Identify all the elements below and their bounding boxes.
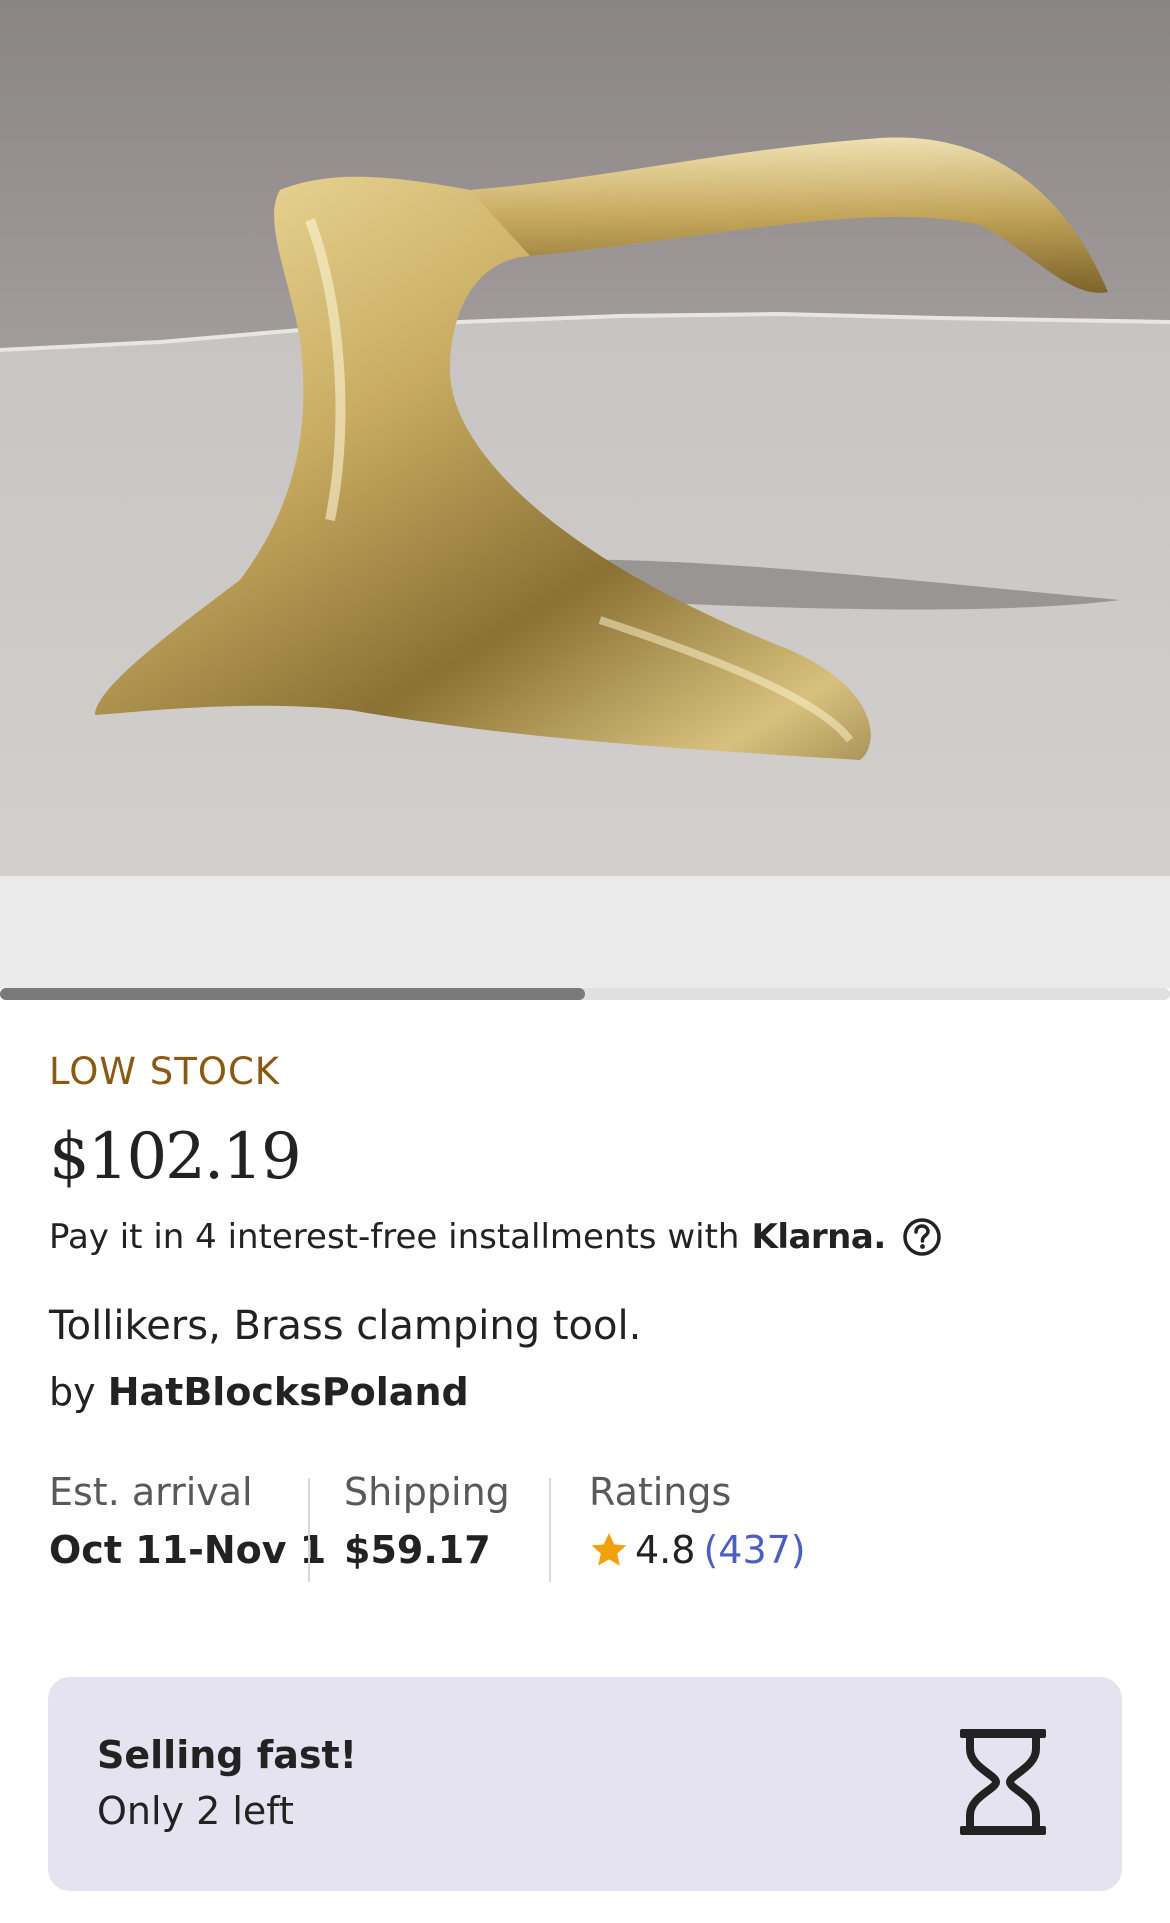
klarna-installments: Pay it in 4 interest-free installments w…: [49, 1217, 942, 1257]
hourglass-icon: [960, 1729, 1046, 1835]
stock-badge: LOW STOCK: [49, 1050, 281, 1093]
stats-row: Est. arrival Oct 11-Nov 1 Shipping $59.1…: [49, 1470, 1121, 1582]
stats-divider: [549, 1478, 551, 1582]
gallery-strip: [0, 876, 1170, 988]
ratings-label: Ratings: [589, 1470, 732, 1514]
product-image[interactable]: [0, 0, 1170, 876]
help-icon[interactable]: [902, 1217, 942, 1257]
rating-score: 4.8: [635, 1528, 696, 1572]
shipping-value: $59.17: [344, 1528, 491, 1572]
seller-line[interactable]: by HatBlocksPoland: [49, 1370, 469, 1414]
brass-tolliker-photo: [0, 0, 1170, 876]
price: $102.19: [49, 1120, 302, 1194]
stats-divider: [308, 1478, 310, 1582]
ratings-value[interactable]: 4.8 (437): [589, 1528, 806, 1572]
alert-subtitle: Only 2 left: [97, 1789, 294, 1833]
rating-count[interactable]: (437): [703, 1528, 805, 1572]
gallery-progress-fill: [0, 988, 585, 1000]
gallery-progress[interactable]: [0, 988, 1170, 1000]
ratings-stat[interactable]: Ratings 4.8 (437): [589, 1470, 806, 1580]
shipping-stat: Shipping $59.17: [344, 1470, 510, 1580]
arrival-label: Est. arrival: [49, 1470, 253, 1514]
seller-prefix: by: [49, 1370, 96, 1414]
alert-title: Selling fast!: [97, 1733, 357, 1777]
selling-fast-alert: Selling fast! Only 2 left: [48, 1677, 1122, 1891]
seller-name[interactable]: HatBlocksPoland: [108, 1370, 469, 1414]
klarna-logo: Klarna.: [751, 1217, 886, 1257]
star-icon: [591, 1533, 627, 1566]
klarna-text: Pay it in 4 interest-free installments w…: [49, 1217, 740, 1257]
arrival-value: Oct 11-Nov 1: [49, 1528, 327, 1572]
shipping-label: Shipping: [344, 1470, 510, 1514]
product-title: Tollikers, Brass clamping tool.: [49, 1303, 642, 1349]
arrival-stat: Est. arrival Oct 11-Nov 1: [49, 1470, 326, 1580]
